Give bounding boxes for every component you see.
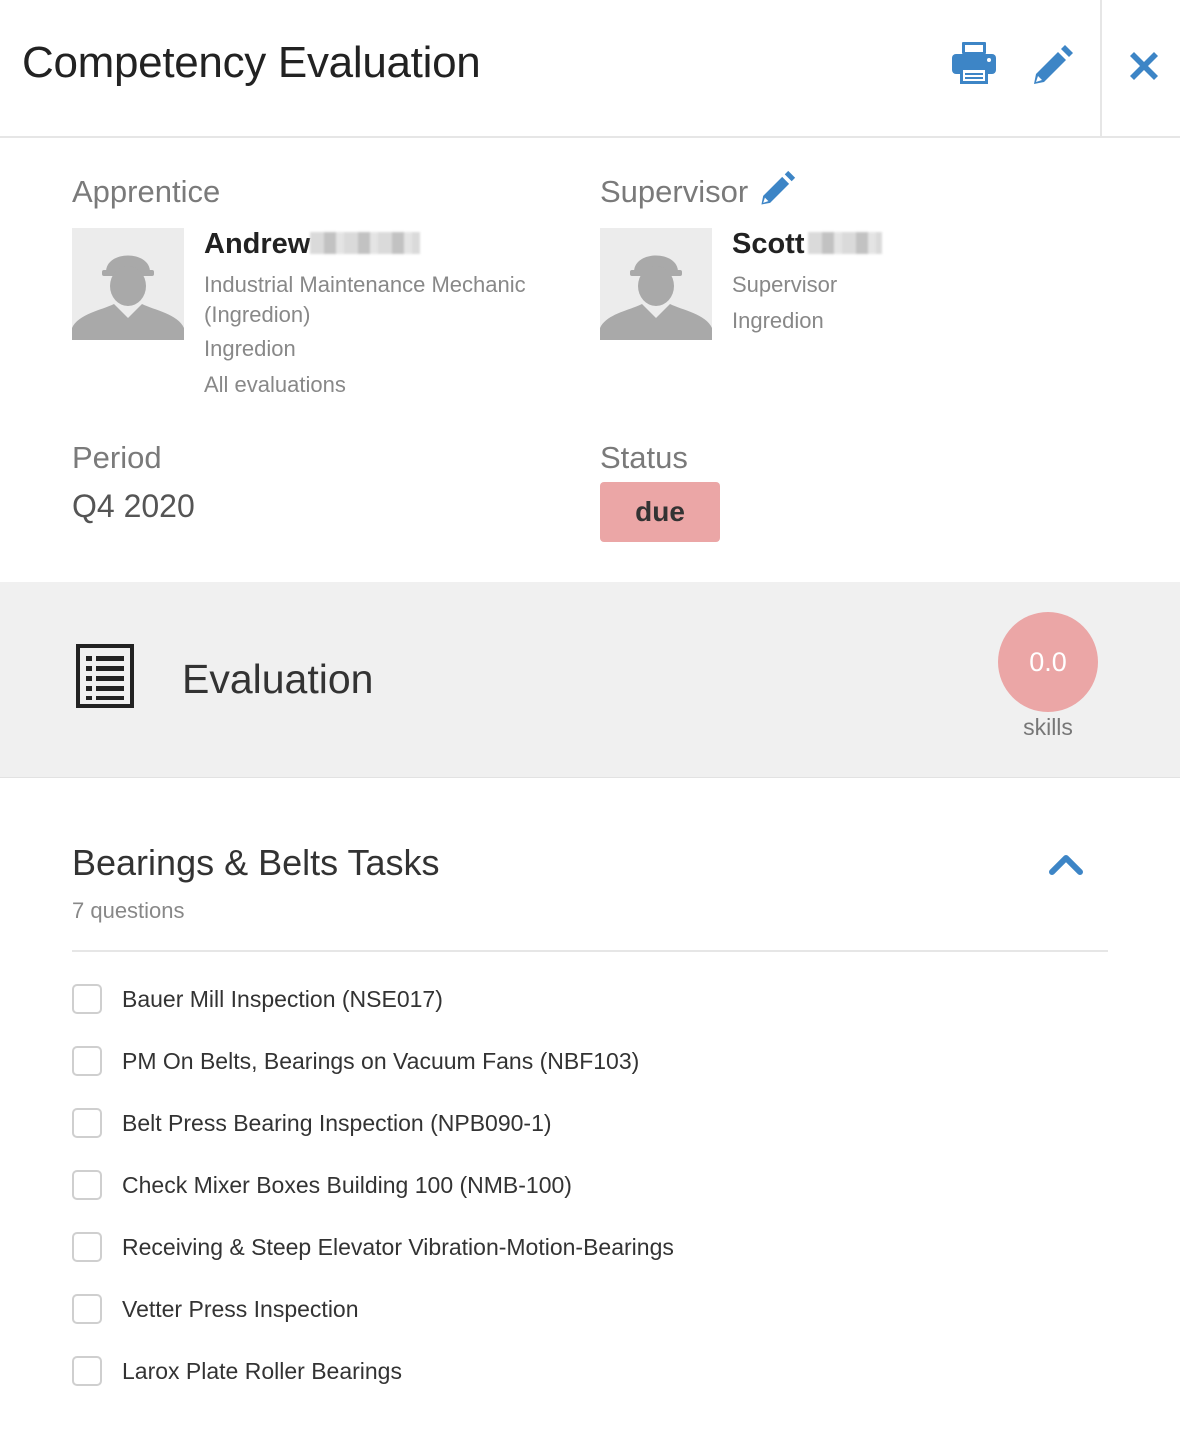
task-group-count: 7 questions <box>72 898 185 923</box>
close-icon <box>1130 52 1158 80</box>
edit-supervisor-button[interactable] <box>758 170 796 208</box>
collapse-group-button[interactable] <box>1046 846 1086 882</box>
header-divider <box>1100 0 1102 138</box>
redacted-surname <box>808 232 882 254</box>
score-label: skills <box>1023 714 1073 740</box>
status-label: Status <box>600 440 688 475</box>
task-item: Vetter Press Inspection <box>72 1292 674 1354</box>
apprentice-avatar <box>72 228 184 340</box>
supervisor-label: Supervisor <box>600 174 749 209</box>
all-evaluations-link[interactable]: All evaluations <box>204 370 346 400</box>
edit-button[interactable] <box>1030 44 1074 88</box>
redacted-surname <box>310 232 420 254</box>
task-checkbox[interactable] <box>72 1170 102 1200</box>
worker-avatar-icon <box>600 255 712 340</box>
status-badge: due <box>600 482 720 542</box>
supervisor-company: Ingredion <box>732 308 824 333</box>
apprentice-role-org: (Ingredion) <box>204 302 311 327</box>
task-group-title: Bearings & Belts Tasks <box>72 842 440 883</box>
task-checkbox[interactable] <box>72 1046 102 1076</box>
pencil-icon <box>761 170 796 205</box>
task-label: Vetter Press Inspection <box>122 1296 359 1322</box>
group-divider <box>72 950 1108 952</box>
pencil-icon <box>1034 45 1073 84</box>
task-label: PM On Belts, Bearings on Vacuum Fans (NB… <box>122 1048 640 1074</box>
print-icon <box>952 42 996 84</box>
page-title: Competency Evaluation <box>22 38 481 87</box>
task-list: Bauer Mill Inspection (NSE017) PM On Bel… <box>72 982 674 1416</box>
task-item: PM On Belts, Bearings on Vacuum Fans (NB… <box>72 1044 674 1106</box>
task-item: Receiving & Steep Elevator Vibration-Mot… <box>72 1230 674 1292</box>
task-label: Receiving & Steep Elevator Vibration-Mot… <box>122 1234 674 1260</box>
apprentice-name: Andrew <box>204 228 311 260</box>
task-checkbox[interactable] <box>72 1294 102 1324</box>
evaluation-banner: Evaluation 0.0 skills <box>0 582 1180 778</box>
task-checkbox[interactable] <box>72 984 102 1014</box>
task-checkbox[interactable] <box>72 1356 102 1386</box>
task-item: Belt Press Bearing Inspection (NPB090-1) <box>72 1106 674 1168</box>
apprentice-role: Industrial Maintenance Mechanic <box>204 272 526 297</box>
task-label: Larox Plate Roller Bearings <box>122 1358 402 1384</box>
apprentice-label: Apprentice <box>72 174 221 209</box>
task-label: Bauer Mill Inspection (NSE017) <box>122 986 443 1012</box>
task-label: Check Mixer Boxes Building 100 (NMB-100) <box>122 1172 572 1198</box>
close-button[interactable] <box>1124 46 1164 86</box>
task-item: Check Mixer Boxes Building 100 (NMB-100) <box>72 1168 674 1230</box>
task-checkbox[interactable] <box>72 1108 102 1138</box>
task-item: Bauer Mill Inspection (NSE017) <box>72 982 674 1044</box>
supervisor-role: Supervisor <box>732 272 838 297</box>
supervisor-avatar <box>600 228 712 340</box>
period-value: Q4 2020 <box>72 488 195 524</box>
worker-avatar-icon <box>72 255 184 340</box>
task-item: Larox Plate Roller Bearings <box>72 1354 674 1416</box>
list-icon <box>76 644 134 708</box>
page-header: Competency Evaluation <box>0 0 1180 138</box>
print-button[interactable] <box>950 40 998 88</box>
evaluation-title: Evaluation <box>182 656 374 702</box>
apprentice-company: Ingredion <box>204 336 296 361</box>
supervisor-name: Scott <box>732 228 805 260</box>
task-checkbox[interactable] <box>72 1232 102 1262</box>
task-label: Belt Press Bearing Inspection (NPB090-1) <box>122 1110 552 1136</box>
period-label: Period <box>72 440 162 475</box>
chevron-up-icon <box>1049 855 1083 875</box>
score-circle: 0.0 <box>998 612 1098 712</box>
